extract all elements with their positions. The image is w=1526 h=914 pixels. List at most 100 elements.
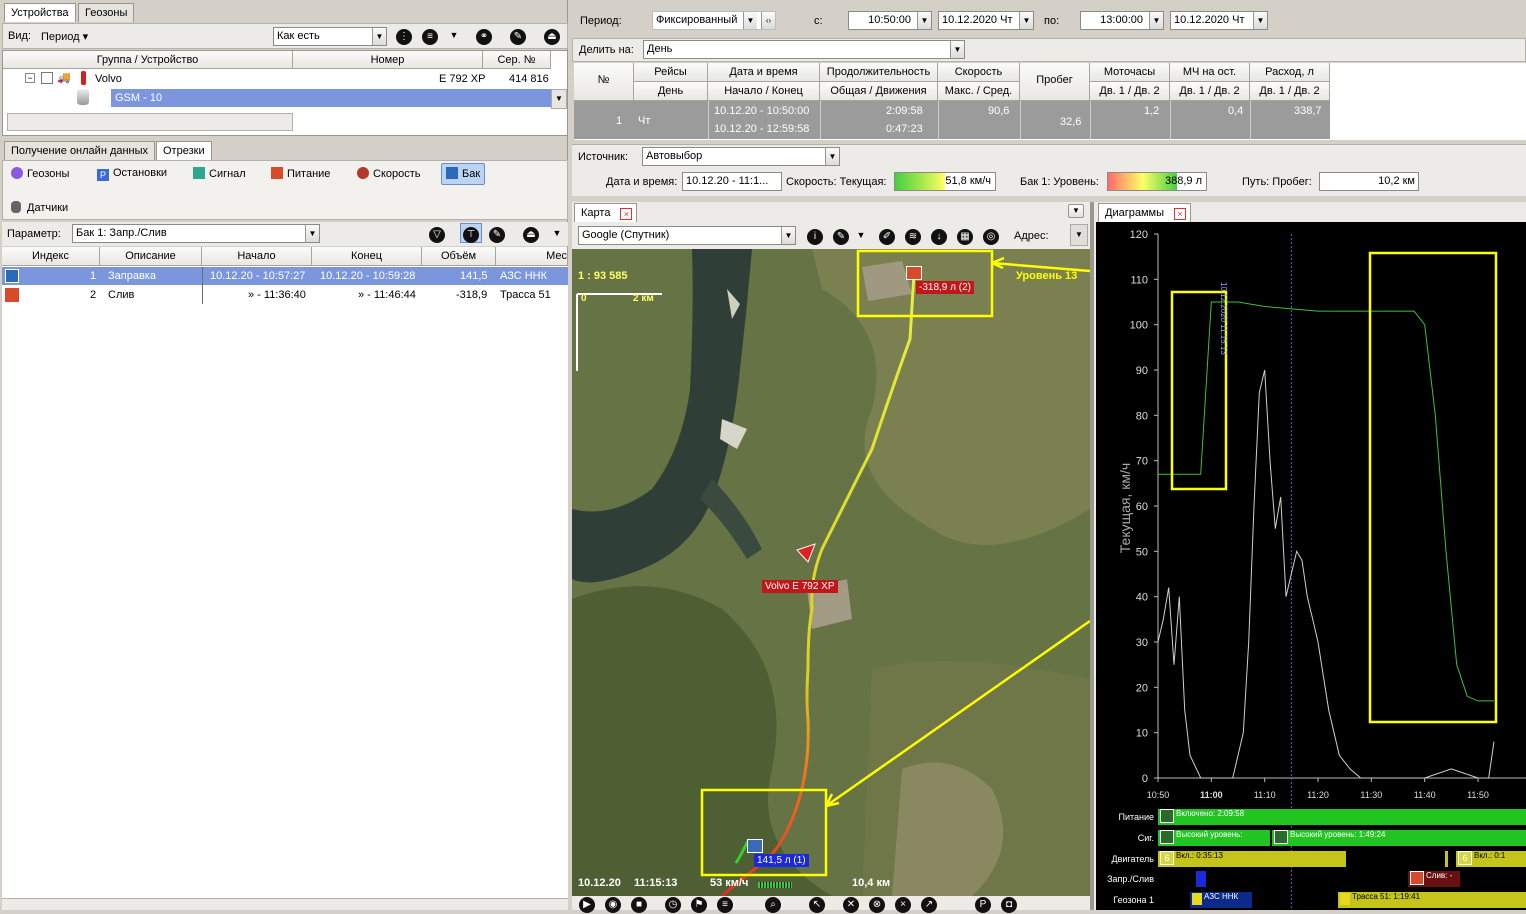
close-icon[interactable]: × xyxy=(620,208,633,220)
engine-bar-2[interactable]: 6 Вкл.: 0:1 xyxy=(1456,851,1526,867)
track-icon[interactable]: ◉ xyxy=(602,894,624,914)
refuel-mark[interactable] xyxy=(1196,871,1206,887)
from-date[interactable]: 10.12.2020 Чт ▼ xyxy=(938,11,1034,30)
table-row[interactable]: 1 Заправка 10.12.20 - 10:57:27 10.12.20 … xyxy=(2,267,568,285)
map-view[interactable]: 1 : 93 585 0 2 км -318,9 л (2) Уровень 1… xyxy=(572,249,1090,896)
h-scrollbar[interactable] xyxy=(7,113,293,131)
tree-row-group[interactable]: − 🚚 Volvo Е 792 ХР 414 816 xyxy=(3,70,551,88)
chevron-down-icon[interactable]: ▼ xyxy=(305,225,319,242)
dropdown-arrow-icon[interactable]: ▼ xyxy=(546,224,568,244)
locate-icon[interactable]: ◎ xyxy=(980,226,1002,246)
signal-bar[interactable]: Высокий уровень: xyxy=(1158,830,1270,846)
summary-row[interactable]: 1 Чт 10.12.20 - 10:50:00 10.12.20 - 12:5… xyxy=(574,101,1330,139)
wrench-icon[interactable]: ✎ xyxy=(830,226,852,246)
col-volume[interactable]: Объём xyxy=(422,247,496,266)
address-dropdown[interactable]: ▼ xyxy=(1070,224,1088,246)
wrench-icon[interactable]: ✎ xyxy=(507,26,529,46)
cursor-icon[interactable]: ↖ xyxy=(806,894,828,914)
tab-diagrams[interactable]: Диаграммы × xyxy=(1098,203,1191,222)
col-index[interactable]: Индекс xyxy=(2,247,100,266)
power-bar[interactable]: Включено: 2:09:58 xyxy=(1158,809,1526,825)
eject-icon[interactable]: ⏏ xyxy=(520,224,542,244)
chevron-updown-icon[interactable]: ‹› xyxy=(761,12,775,29)
geozone-bar[interactable]: АЗС ННК xyxy=(1190,892,1252,908)
geozone-bar-2[interactable]: Трасса 51: 1:19:41 xyxy=(1338,892,1526,908)
target-icon[interactable]: ⊗ xyxy=(866,894,888,914)
segtab-speed[interactable]: Скорость xyxy=(353,164,425,184)
filter-icon[interactable]: ▽ xyxy=(426,224,448,244)
bottom-scrollbar[interactable] xyxy=(2,898,568,910)
chevron-down-icon[interactable]: ▼ xyxy=(1149,12,1163,29)
chevron-down-icon[interactable]: ▼ xyxy=(372,28,386,45)
drain-bar[interactable]: Слив: - xyxy=(1408,871,1460,887)
to-time[interactable]: 13:00:00 ▼ xyxy=(1080,11,1164,30)
info-icon[interactable]: i xyxy=(804,226,826,246)
close-icon[interactable]: × xyxy=(892,894,914,914)
col-desc[interactable]: Описание xyxy=(100,247,202,266)
panel-menu-button[interactable]: ▼ xyxy=(1068,204,1084,218)
close-icon[interactable]: × xyxy=(1174,208,1186,220)
pin-icon[interactable]: ⊤ xyxy=(460,223,482,243)
chevron-down-icon[interactable]: ▼ xyxy=(781,227,795,244)
grid-icon[interactable]: ▦ xyxy=(954,226,976,246)
tab-devices[interactable]: Устройства xyxy=(4,3,76,22)
binoculars-icon[interactable]: ⚭ xyxy=(473,26,495,46)
dropdown-arrow-icon[interactable]: ▼ xyxy=(443,26,465,46)
arrow-icon[interactable]: ↗ xyxy=(918,894,940,914)
to-date[interactable]: 10.12.2020 Чт ▼ xyxy=(1170,11,1268,30)
chevron-down-icon[interactable]: ▼ xyxy=(1253,12,1267,29)
edit-icon[interactable]: ✐ xyxy=(876,226,898,246)
expand-icon[interactable]: − xyxy=(25,73,35,83)
table-scrollbar[interactable]: ▼ xyxy=(551,89,567,109)
tab-map[interactable]: Карта × xyxy=(574,203,638,222)
vehicle-label[interactable]: Volvo Е 792 ХР xyxy=(762,580,838,593)
tab-segments[interactable]: Отрезки xyxy=(156,141,212,160)
col-number[interactable]: Номер xyxy=(293,51,483,69)
play-icon[interactable]: ▶ xyxy=(576,894,598,914)
split-select[interactable]: День ▼ xyxy=(643,40,965,59)
col-serial[interactable]: Сер. № xyxy=(483,51,551,69)
view-select[interactable]: Как есть ▼ xyxy=(273,27,387,46)
camera-icon[interactable]: ◘ xyxy=(998,894,1020,914)
map-provider-select[interactable]: Google (Спутник) ▼ xyxy=(578,226,796,245)
parking-icon[interactable]: P xyxy=(972,894,994,914)
segtab-tank[interactable]: Бак xyxy=(441,163,486,185)
chevron-down-icon[interactable]: ▼ xyxy=(825,148,839,165)
tab-online-data[interactable]: Получение онлайн данных xyxy=(4,141,156,160)
chevron-down-icon[interactable]: ▼ xyxy=(743,12,757,29)
view-mode-dropdown[interactable]: Период ▾ xyxy=(41,30,88,43)
stop-icon[interactable]: ■ xyxy=(628,894,650,914)
x-icon[interactable]: ✕ xyxy=(840,894,862,914)
from-time[interactable]: 10:50:00 ▼ xyxy=(848,11,932,30)
wrench-icon[interactable]: ✎ xyxy=(486,224,508,244)
col-end[interactable]: Конец xyxy=(312,247,422,266)
list-icon[interactable]: ≡ xyxy=(714,894,736,914)
signal-bar-2[interactable]: Высокий уровень: 1:49:24 xyxy=(1272,830,1526,846)
segtab-geozones[interactable]: Геозоны xyxy=(7,164,73,184)
col-place[interactable]: Мес xyxy=(496,247,568,266)
eject-icon[interactable]: ⏏ xyxy=(541,26,563,46)
flag-icon[interactable]: ⚑ xyxy=(688,894,710,914)
clock-icon[interactable]: ◷ xyxy=(662,894,684,914)
chevron-down-icon[interactable]: ▼ xyxy=(917,12,931,29)
download-icon[interactable]: ↓ xyxy=(928,226,950,246)
param-select[interactable]: Бак 1: Запр./Слив ▼ xyxy=(72,224,320,243)
list-icon[interactable]: ≡ xyxy=(419,26,441,46)
chevron-down-icon[interactable]: ▼ xyxy=(950,41,964,58)
columns-icon[interactable]: ⋮ xyxy=(393,26,415,46)
layers-icon[interactable]: ≋ xyxy=(902,226,924,246)
period-select[interactable]: Фиксированный ▼ ‹› xyxy=(652,11,776,30)
search-icon[interactable]: ⌕ xyxy=(762,894,784,914)
tab-geozones[interactable]: Геозоны xyxy=(78,3,135,22)
refuel-marker-icon[interactable] xyxy=(747,839,763,853)
sensors-tab[interactable]: Датчики xyxy=(7,198,72,218)
segtab-signal[interactable]: Сигнал xyxy=(189,164,250,184)
segtab-power[interactable]: Питание xyxy=(267,164,334,184)
splitter[interactable] xyxy=(1090,202,1094,910)
checkbox[interactable] xyxy=(41,72,53,84)
datetime-field[interactable]: 10.12.20 - 11:1... xyxy=(682,172,782,191)
chevron-down-icon[interactable]: ▼ xyxy=(1019,12,1033,29)
source-select[interactable]: Автовыбор ▼ xyxy=(642,147,840,166)
drain-marker-icon[interactable] xyxy=(906,266,922,280)
engine-bar[interactable]: 6 Вкл.: 0:35:13 xyxy=(1158,851,1346,867)
